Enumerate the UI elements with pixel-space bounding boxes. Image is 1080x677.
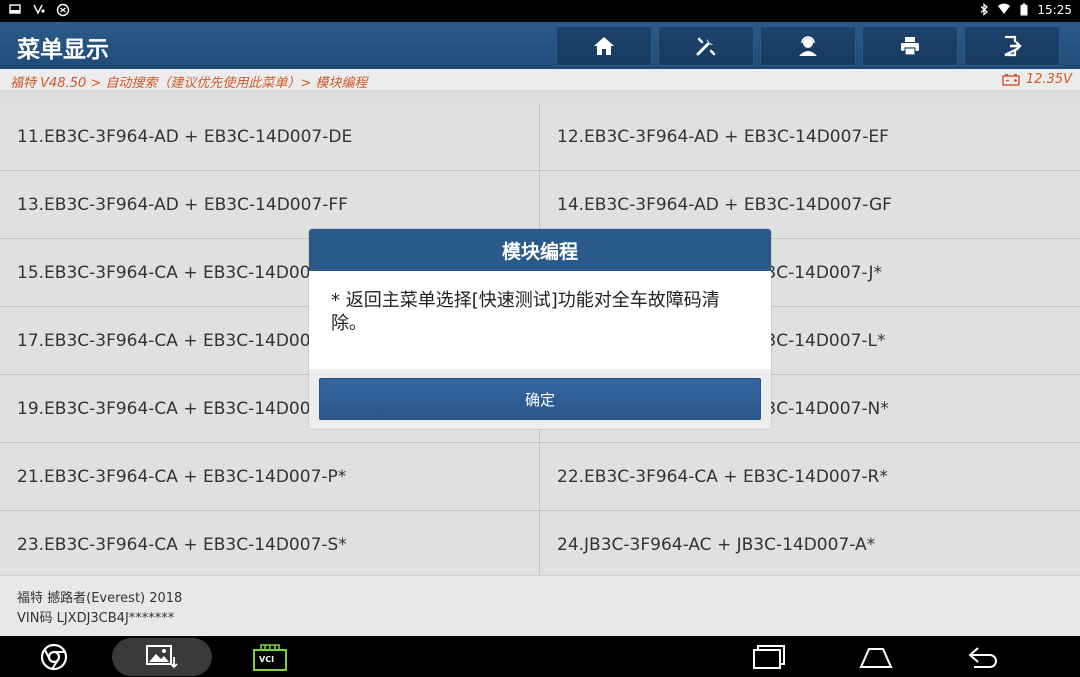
dialog-title: 模块编程 xyxy=(309,229,771,271)
dialog-message: * 返回主菜单选择[快速测试]功能对全车故障码清除。 xyxy=(331,290,720,334)
dialog-footer: 确定 xyxy=(309,369,771,429)
ok-button[interactable]: 确定 xyxy=(319,378,761,420)
info-dialog: 模块编程 * 返回主菜单选择[快速测试]功能对全车故障码清除。 确定 xyxy=(309,229,771,429)
